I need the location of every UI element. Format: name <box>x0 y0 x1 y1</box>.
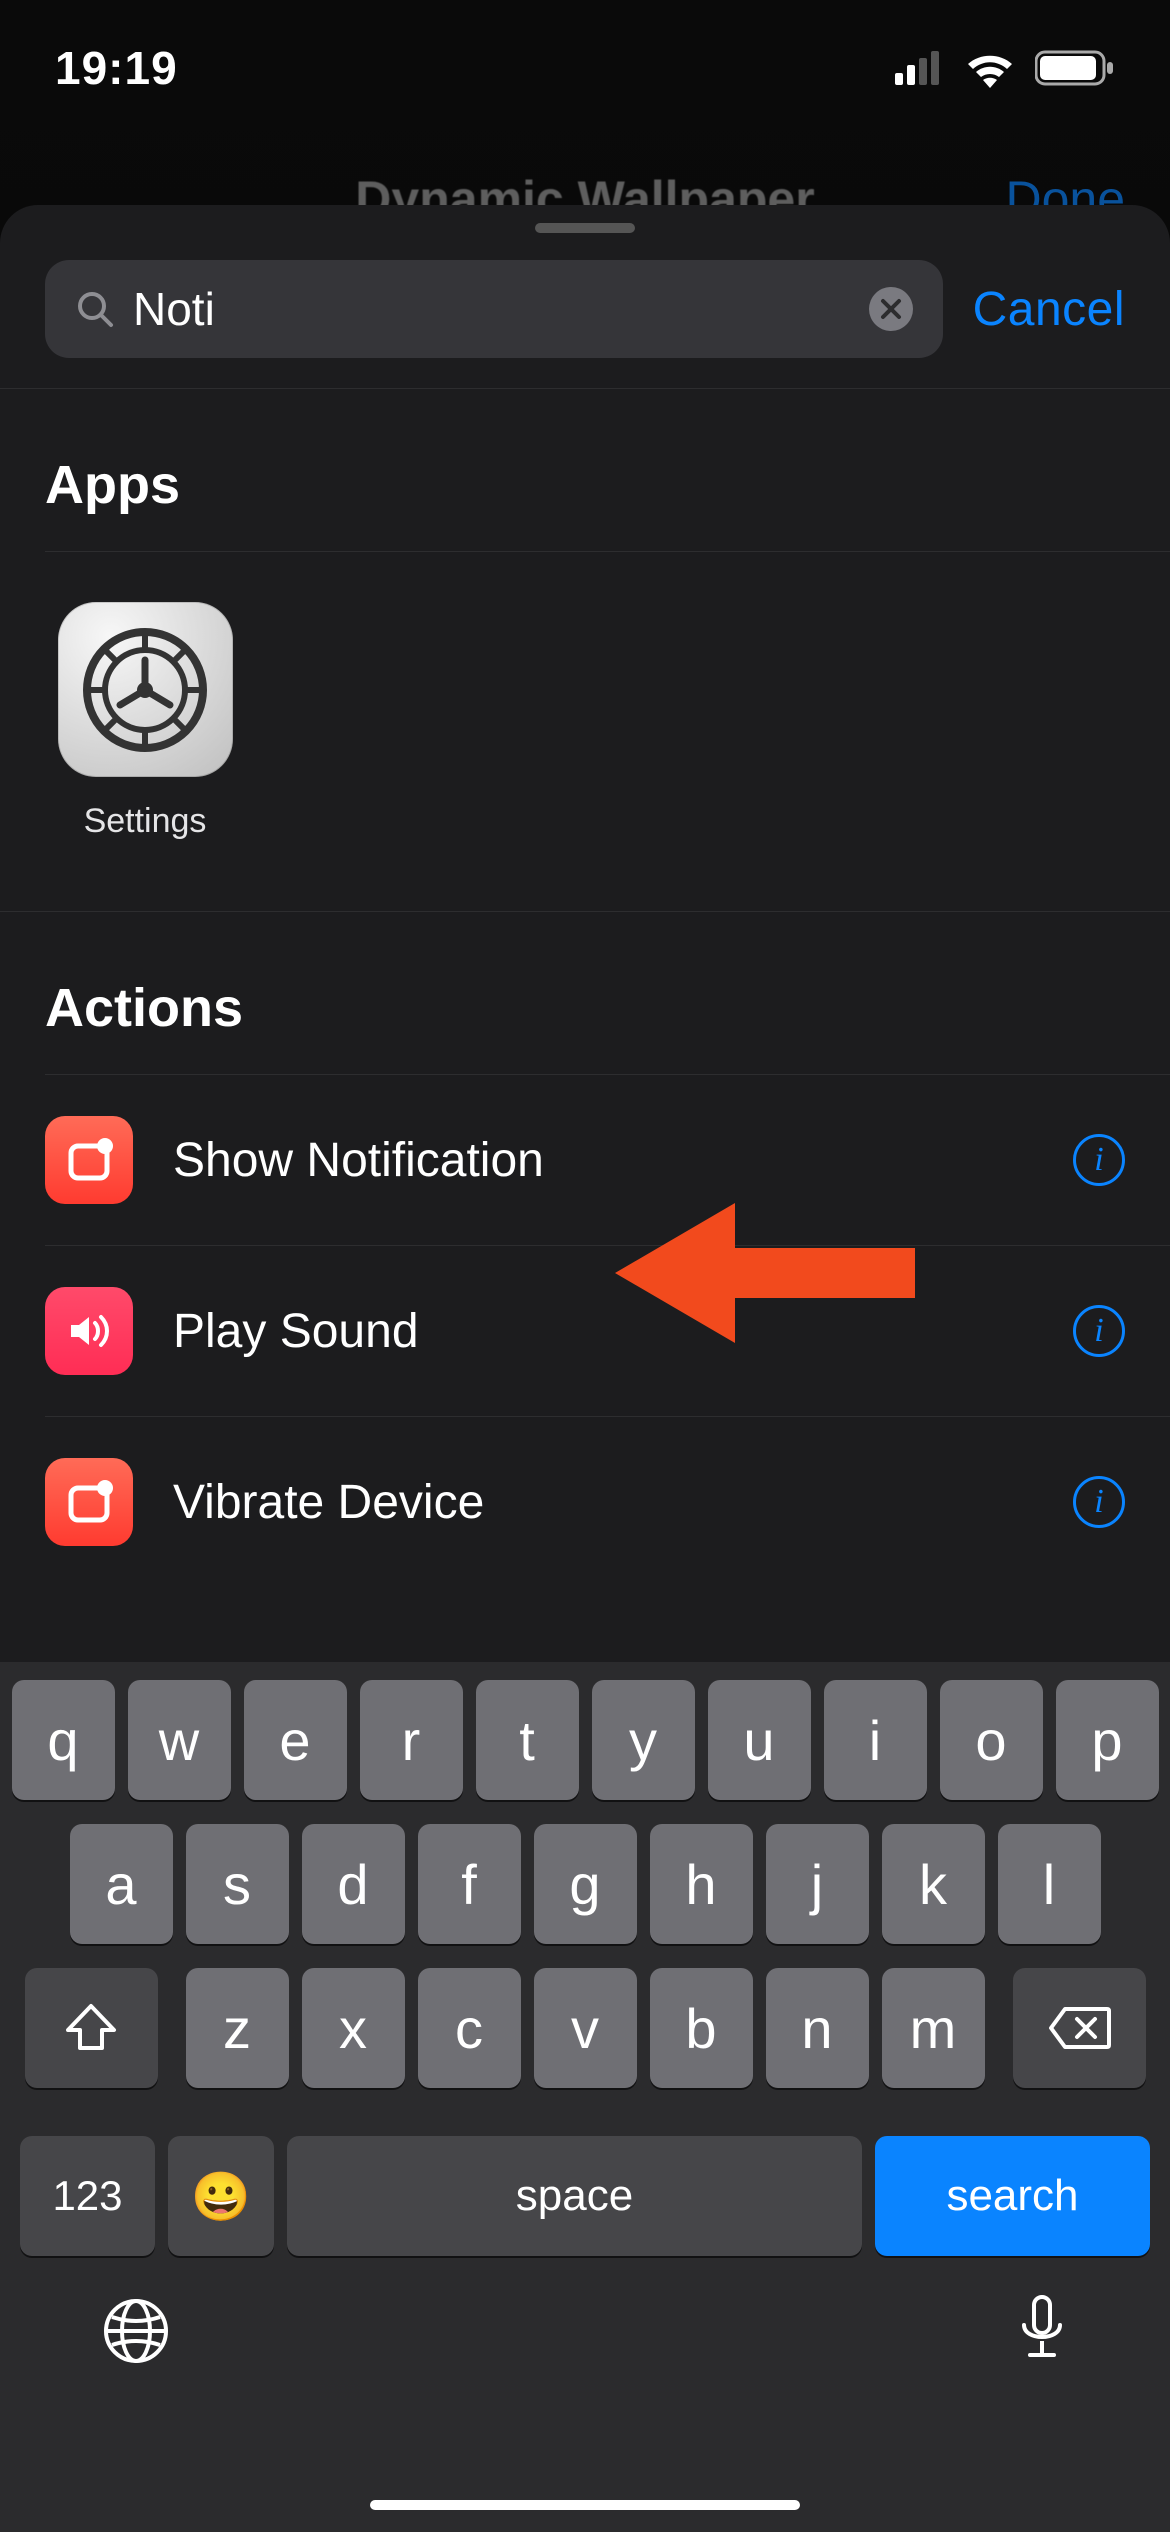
action-label: Show Notification <box>173 1133 1033 1188</box>
info-button[interactable]: i <box>1073 1476 1125 1528</box>
notification-icon <box>45 1458 133 1546</box>
numbers-key[interactable]: 123 <box>20 2136 155 2256</box>
key-r[interactable]: r <box>360 1680 463 1800</box>
action-label: Vibrate Device <box>173 1475 1033 1530</box>
status-bar: 19:19 <box>0 0 1170 135</box>
notification-icon <box>45 1116 133 1204</box>
key-d[interactable]: d <box>302 1824 405 1944</box>
key-u[interactable]: u <box>708 1680 811 1800</box>
actions-section-header: Actions <box>0 912 1170 1074</box>
key-t[interactable]: t <box>476 1680 579 1800</box>
battery-icon <box>1035 49 1115 87</box>
search-key[interactable]: search <box>875 2136 1150 2256</box>
emoji-icon: 😀 <box>191 2168 251 2225</box>
key-c[interactable]: c <box>418 1968 521 2088</box>
sound-icon <box>45 1287 133 1375</box>
key-x[interactable]: x <box>302 1968 405 2088</box>
key-j[interactable]: j <box>766 1824 869 1944</box>
app-item-settings[interactable]: Settings <box>45 602 245 841</box>
key-n[interactable]: n <box>766 1968 869 2088</box>
info-button[interactable]: i <box>1073 1134 1125 1186</box>
key-o[interactable]: o <box>940 1680 1043 1800</box>
settings-app-icon <box>58 602 233 777</box>
dictation-icon[interactable] <box>1014 2291 1070 2371</box>
search-icon <box>75 289 115 329</box>
action-vibrate-device[interactable]: Vibrate Device i <box>0 1417 1170 1587</box>
action-label: Play Sound <box>173 1304 1033 1359</box>
key-p[interactable]: p <box>1056 1680 1159 1800</box>
shift-key[interactable] <box>25 1968 158 2088</box>
key-w[interactable]: w <box>128 1680 231 1800</box>
key-i[interactable]: i <box>824 1680 927 1800</box>
key-m[interactable]: m <box>882 1968 985 2088</box>
key-y[interactable]: y <box>592 1680 695 1800</box>
shift-icon <box>64 2002 118 2054</box>
cancel-button[interactable]: Cancel <box>973 282 1125 337</box>
app-label: Settings <box>84 802 207 841</box>
space-key[interactable]: space <box>287 2136 862 2256</box>
sheet-grabber[interactable] <box>535 223 635 233</box>
key-f[interactable]: f <box>418 1824 521 1944</box>
close-icon <box>880 298 902 320</box>
keyboard: qwertyuiop asdfghjkl zxcvbnm 123 😀 <box>0 1662 1170 2532</box>
key-k[interactable]: k <box>882 1824 985 1944</box>
gear-icon <box>80 625 210 755</box>
action-show-notification[interactable]: Show Notification i <box>0 1075 1170 1245</box>
key-s[interactable]: s <box>186 1824 289 1944</box>
globe-icon[interactable] <box>100 2295 172 2367</box>
key-q[interactable]: q <box>12 1680 115 1800</box>
wifi-icon <box>963 48 1017 88</box>
status-time: 19:19 <box>55 41 178 95</box>
search-input[interactable] <box>133 282 851 336</box>
key-g[interactable]: g <box>534 1824 637 1944</box>
emoji-key[interactable]: 😀 <box>168 2136 274 2256</box>
cellular-icon <box>895 51 945 85</box>
info-button[interactable]: i <box>1073 1305 1125 1357</box>
status-icons <box>895 48 1115 88</box>
action-play-sound[interactable]: Play Sound i <box>0 1246 1170 1416</box>
backspace-key[interactable] <box>1013 1968 1146 2088</box>
key-h[interactable]: h <box>650 1824 753 1944</box>
key-a[interactable]: a <box>70 1824 173 1944</box>
key-b[interactable]: b <box>650 1968 753 2088</box>
search-field[interactable] <box>45 260 943 358</box>
key-e[interactable]: e <box>244 1680 347 1800</box>
home-indicator[interactable] <box>370 2500 800 2510</box>
apps-section-header: Apps <box>0 389 1170 551</box>
backspace-icon <box>1047 2005 1111 2051</box>
key-z[interactable]: z <box>186 1968 289 2088</box>
clear-search-button[interactable] <box>869 287 913 331</box>
key-v[interactable]: v <box>534 1968 637 2088</box>
key-l[interactable]: l <box>998 1824 1101 1944</box>
